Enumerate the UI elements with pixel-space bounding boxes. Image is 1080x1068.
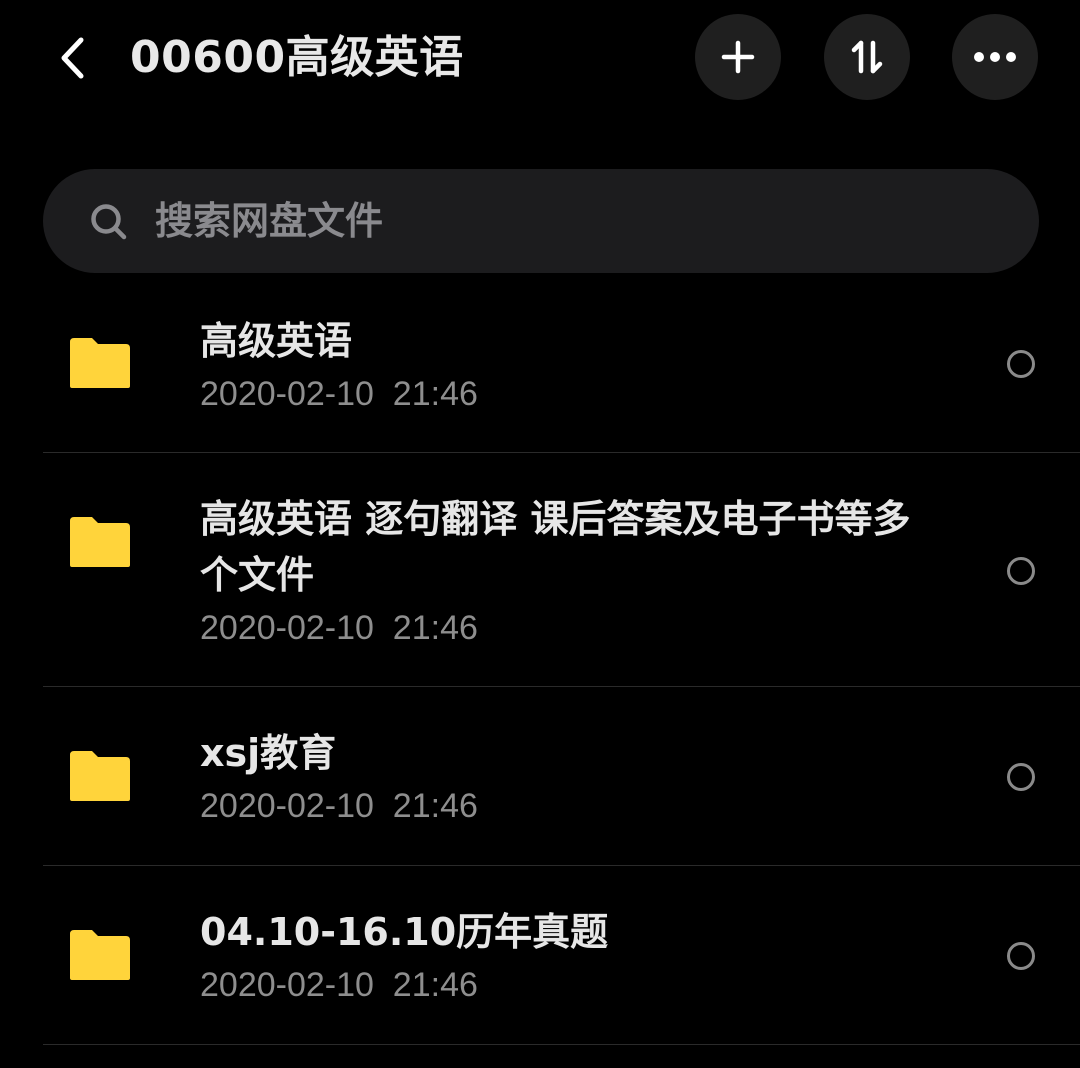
select-checkbox[interactable] (1007, 557, 1035, 585)
folder-icon (70, 517, 130, 567)
select-checkbox[interactable] (1007, 350, 1035, 378)
select-checkbox[interactable] (1007, 942, 1035, 970)
file-name: 04.10-16.10历年真题 (200, 910, 609, 954)
file-date: 2020-02-10 21:46 (200, 966, 478, 1004)
file-row[interactable]: 04.10-16.10历年真题 2020-02-10 21:46 (0, 866, 1080, 1045)
file-name: 高级英语 (200, 319, 353, 363)
folder-icon (70, 930, 130, 980)
folder-icon (70, 751, 130, 801)
more-horizontal-icon (974, 52, 1016, 62)
select-checkbox[interactable] (1007, 763, 1035, 791)
file-date: 2020-02-10 21:46 (200, 787, 478, 825)
sort-icon (851, 40, 883, 74)
file-row[interactable]: 高级英语 逐句翻译 课后答案及电子书等多个文件 2020-02-10 21:46 (0, 453, 1080, 687)
file-date: 2020-02-10 21:46 (200, 609, 478, 647)
file-name: 高级英语 逐句翻译 课后答案及电子书等多个文件 (200, 497, 911, 597)
folder-icon (70, 338, 130, 388)
back-button[interactable] (48, 30, 96, 86)
search-input[interactable] (155, 169, 1015, 273)
search-bar[interactable] (43, 169, 1039, 273)
chevron-left-icon (61, 37, 84, 79)
file-name: xsj教育 (200, 731, 337, 775)
sort-button[interactable] (824, 14, 910, 100)
search-icon (91, 204, 127, 240)
file-row[interactable]: xsj教育 2020-02-10 21:46 (0, 687, 1080, 866)
more-button[interactable] (952, 14, 1038, 100)
file-date: 2020-02-10 21:46 (200, 375, 478, 413)
top-bar: 00600高级英语 (0, 0, 1080, 118)
file-row[interactable]: 高级英语 2020-02-10 21:46 (0, 273, 1080, 453)
add-button[interactable] (695, 14, 781, 100)
divider (43, 1044, 1080, 1045)
page-title: 00600高级英语 (130, 32, 464, 83)
plus-icon (721, 40, 755, 74)
